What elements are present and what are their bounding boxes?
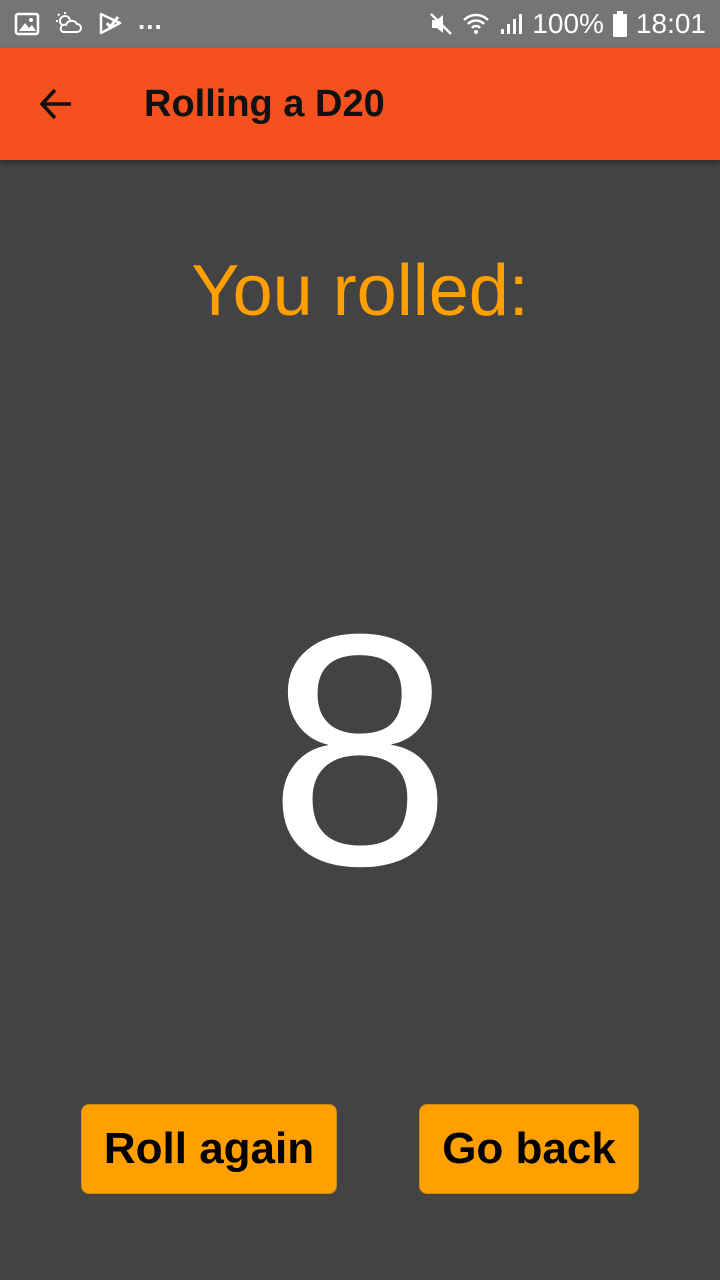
clock: 18:01 (635, 8, 706, 39)
arrow-back-icon (38, 86, 74, 122)
system-status: 100% 18:01 (428, 8, 706, 40)
signal-icon (498, 11, 524, 37)
battery-icon (612, 10, 628, 38)
image-icon (14, 11, 40, 37)
roll-again-button[interactable]: Roll again (81, 1104, 337, 1194)
mute-icon (428, 11, 454, 37)
app-bar: Rolling a D20 (0, 48, 720, 160)
wifi-icon (462, 11, 490, 37)
battery-percentage: 100% (532, 8, 604, 39)
roll-result: 8 (268, 565, 452, 934)
more-notifications-indicator: ... (138, 4, 163, 35)
result-heading: You rolled: (191, 251, 529, 331)
weather-icon (54, 11, 84, 37)
play-store-icon (98, 11, 124, 37)
status-bar: ... 100% 18:01 (0, 0, 720, 48)
notification-icons: ... (14, 5, 428, 37)
page-title: Rolling a D20 (144, 82, 385, 125)
back-button[interactable] (0, 48, 112, 160)
go-back-button[interactable]: Go back (419, 1104, 639, 1194)
